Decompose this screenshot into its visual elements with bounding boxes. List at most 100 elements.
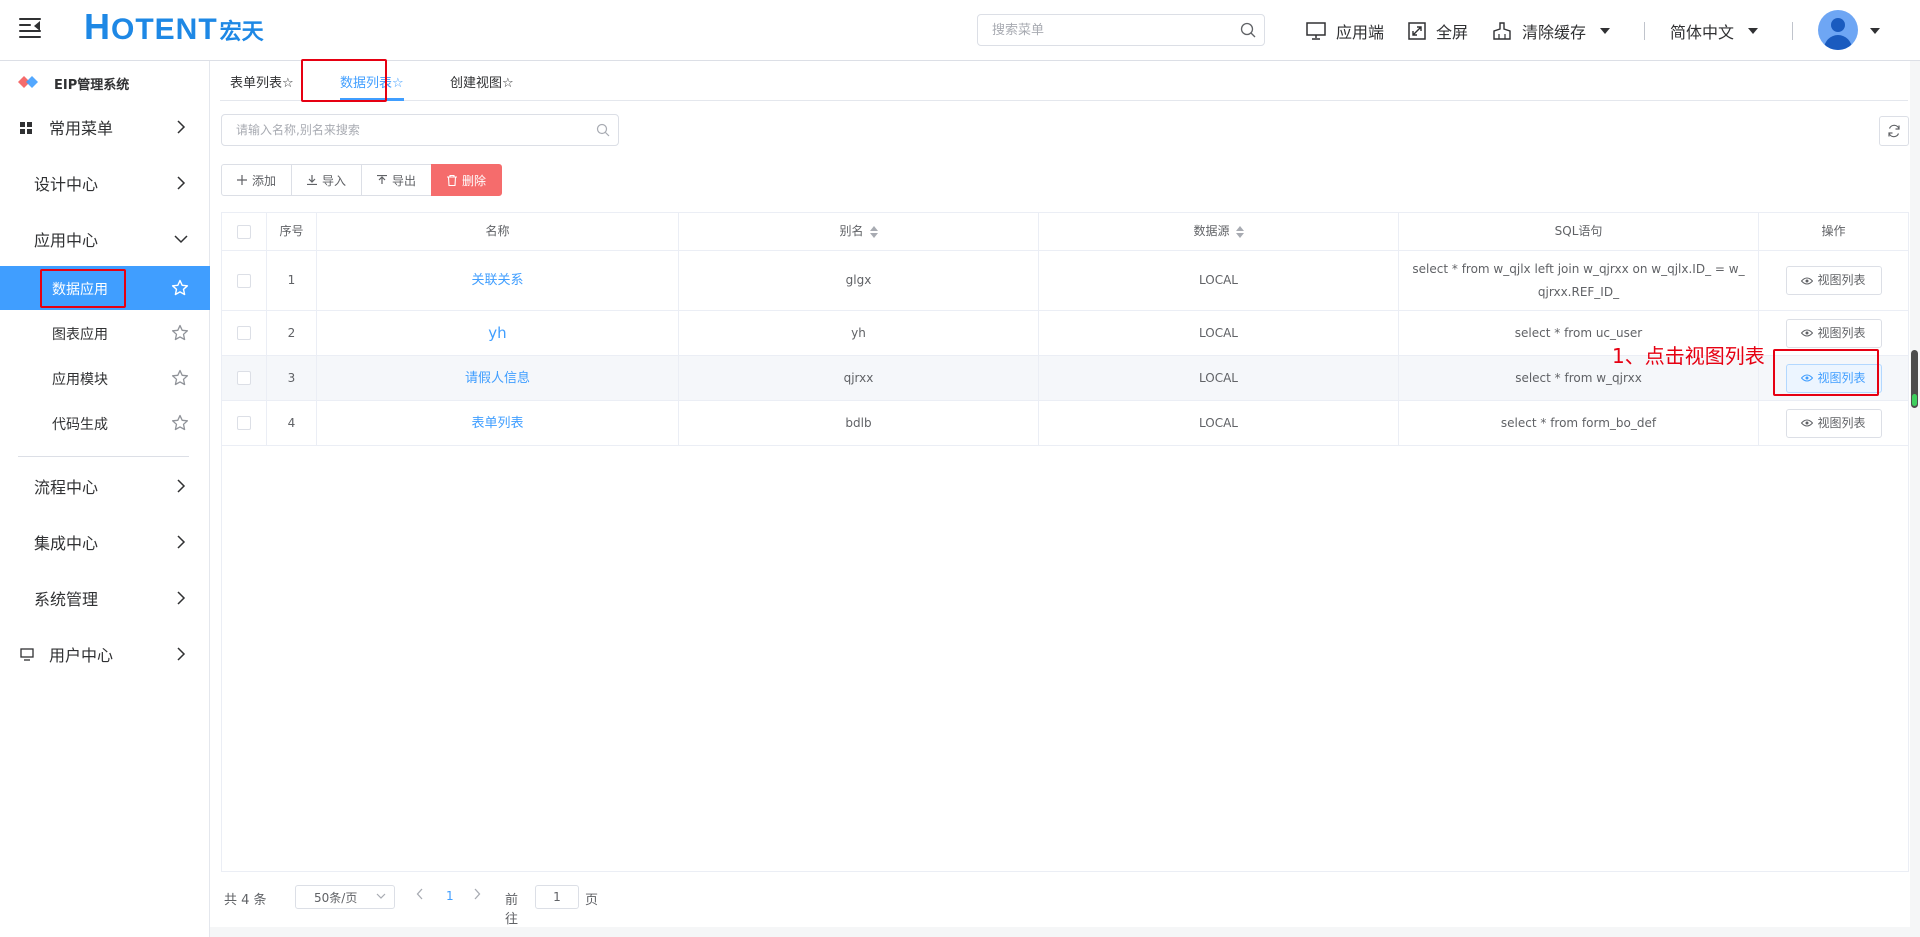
- menu-toggle-icon[interactable]: [19, 18, 41, 38]
- row-checkbox[interactable]: [237, 326, 251, 340]
- column-header-sortable[interactable]: 数据源: [1039, 213, 1399, 250]
- sidebar-brand: EIP管理系统: [0, 61, 210, 103]
- next-page-icon[interactable]: [473, 888, 481, 900]
- row-checkbox[interactable]: [237, 273, 251, 288]
- refresh-button[interactable]: [1879, 116, 1909, 146]
- sidebar-item-label: 用户中心: [49, 646, 114, 665]
- sidebar-subitem-data-app[interactable]: 数据应用: [0, 266, 210, 310]
- row-name-link[interactable]: 请假人信息: [465, 367, 530, 390]
- column-header: 序号: [267, 213, 317, 250]
- eye-icon: [1801, 329, 1814, 337]
- star-icon[interactable]: [171, 279, 189, 297]
- list-search-box: [221, 114, 619, 146]
- divider: [1792, 22, 1793, 40]
- column-header-sortable[interactable]: 别名: [679, 213, 1039, 250]
- row-index: 2: [267, 311, 317, 355]
- sidebar-item-label: 应用中心: [34, 231, 99, 250]
- tab-data-list[interactable]: 数据列表☆: [340, 72, 404, 91]
- sidebar-item-user[interactable]: 用户中心: [0, 632, 210, 676]
- search-icon[interactable]: [1240, 22, 1256, 38]
- row-name-link[interactable]: yh: [488, 322, 506, 345]
- prev-page-icon[interactable]: [416, 888, 424, 900]
- fullscreen-button[interactable]: 全屏: [1408, 18, 1468, 44]
- sidebar: EIP管理系统 常用菜单 设计中心 应用中心 数据应用 图表应用 应用模块 代码…: [0, 61, 210, 937]
- row-alias: yh: [679, 311, 1039, 355]
- view-list-button[interactable]: 视图列表: [1785, 266, 1882, 295]
- table-header-row: 序号 名称 别名 数据源 SQL语句 操作: [222, 213, 1908, 251]
- clear-cache-dropdown[interactable]: 清除缓存: [1492, 18, 1611, 44]
- scrollbar[interactable]: [1911, 350, 1918, 408]
- page-size-select[interactable]: 50条/页: [295, 885, 395, 909]
- eye-icon: [1801, 419, 1814, 427]
- language-label: 简体中文: [1670, 23, 1735, 42]
- annotation-text: 1、点击视图列表: [1612, 344, 1765, 368]
- fullscreen-icon: [1408, 22, 1426, 40]
- sidebar-item-app[interactable]: 应用中心: [0, 217, 210, 261]
- chevron-right-icon: [177, 535, 186, 549]
- star-icon[interactable]: [171, 414, 189, 432]
- language-dropdown[interactable]: 简体中文: [1670, 18, 1759, 44]
- delete-button[interactable]: 删除: [431, 164, 503, 196]
- sidebar-item-design[interactable]: 设计中心: [0, 161, 210, 205]
- brand-logo-icon: [18, 76, 38, 88]
- sidebar-subitem-codegen[interactable]: 代码生成: [0, 401, 210, 445]
- user-avatar[interactable]: [1818, 10, 1858, 50]
- import-button[interactable]: 导入: [291, 164, 363, 196]
- app-client-button[interactable]: 应用端: [1306, 18, 1384, 44]
- avatar-chevron-down-icon[interactable]: [1870, 28, 1880, 34]
- view-list-button[interactable]: 视图列表: [1785, 363, 1882, 393]
- row-index: 1: [267, 251, 317, 310]
- star-icon[interactable]: ☆: [282, 76, 294, 91]
- sidebar-subitem-app-module[interactable]: 应用模块: [0, 356, 210, 400]
- row-alias: qjrxx: [679, 356, 1039, 400]
- search-icon[interactable]: [596, 123, 610, 137]
- select-all-checkbox[interactable]: [237, 224, 251, 239]
- star-icon[interactable]: ☆: [392, 76, 404, 91]
- upload-icon: [377, 175, 388, 184]
- sidebar-subitem-label: 数据应用: [52, 282, 108, 298]
- chevron-right-icon: [177, 120, 186, 134]
- trash-icon: [447, 174, 458, 186]
- sidebar-item-process[interactable]: 流程中心: [0, 464, 210, 508]
- row-name-link[interactable]: 关联关系: [471, 269, 523, 292]
- sidebar-item-label: 常用菜单: [49, 119, 114, 138]
- sort-icon[interactable]: [1235, 225, 1244, 238]
- plus-icon: [237, 175, 247, 185]
- sidebar-item-system[interactable]: 系统管理: [0, 576, 210, 620]
- view-list-button[interactable]: 视图列表: [1785, 408, 1882, 438]
- list-search-input[interactable]: [222, 115, 582, 145]
- chevron-down-icon: [1748, 28, 1759, 34]
- add-button[interactable]: 添加: [221, 164, 293, 196]
- menu-search-box: [977, 14, 1265, 46]
- export-button[interactable]: 导出: [361, 164, 433, 196]
- sort-icon[interactable]: [869, 225, 878, 238]
- star-icon[interactable]: ☆: [502, 76, 514, 91]
- sidebar-item-common[interactable]: 常用菜单: [0, 105, 210, 149]
- row-sql: select * from w_qjlx left join w_qjrxx o…: [1399, 251, 1759, 310]
- tab-form-list[interactable]: 表单列表☆: [230, 72, 294, 91]
- goto-page-input[interactable]: [535, 885, 579, 909]
- row-name-link[interactable]: 表单列表: [471, 412, 523, 435]
- app-client-label: 应用端: [1336, 23, 1385, 42]
- chevron-right-icon: [177, 591, 186, 605]
- star-icon[interactable]: [171, 369, 189, 387]
- row-checkbox[interactable]: [237, 416, 251, 430]
- active-tab-indicator: [340, 98, 404, 101]
- tab-create-view[interactable]: 创建视图☆: [450, 72, 514, 91]
- chevron-right-icon: [177, 647, 186, 661]
- column-header: 操作: [1821, 224, 1846, 238]
- total-count: 共 4 条: [224, 893, 267, 908]
- row-checkbox[interactable]: [237, 371, 251, 385]
- menu-search-input[interactable]: [978, 15, 1218, 45]
- divider: [18, 456, 189, 457]
- monitor-icon: [20, 648, 34, 661]
- sidebar-subitem-label: 应用模块: [52, 372, 108, 388]
- sidebar-subitem-chart-app[interactable]: 图表应用: [0, 311, 210, 355]
- goto-label: 前往: [505, 893, 519, 927]
- star-icon[interactable]: [171, 324, 189, 342]
- page-number[interactable]: 1: [446, 889, 454, 903]
- view-list-button[interactable]: 视图列表: [1785, 318, 1882, 348]
- refresh-icon: [1888, 124, 1900, 138]
- chevron-down-icon: [376, 893, 386, 899]
- sidebar-item-integration[interactable]: 集成中心: [0, 520, 210, 564]
